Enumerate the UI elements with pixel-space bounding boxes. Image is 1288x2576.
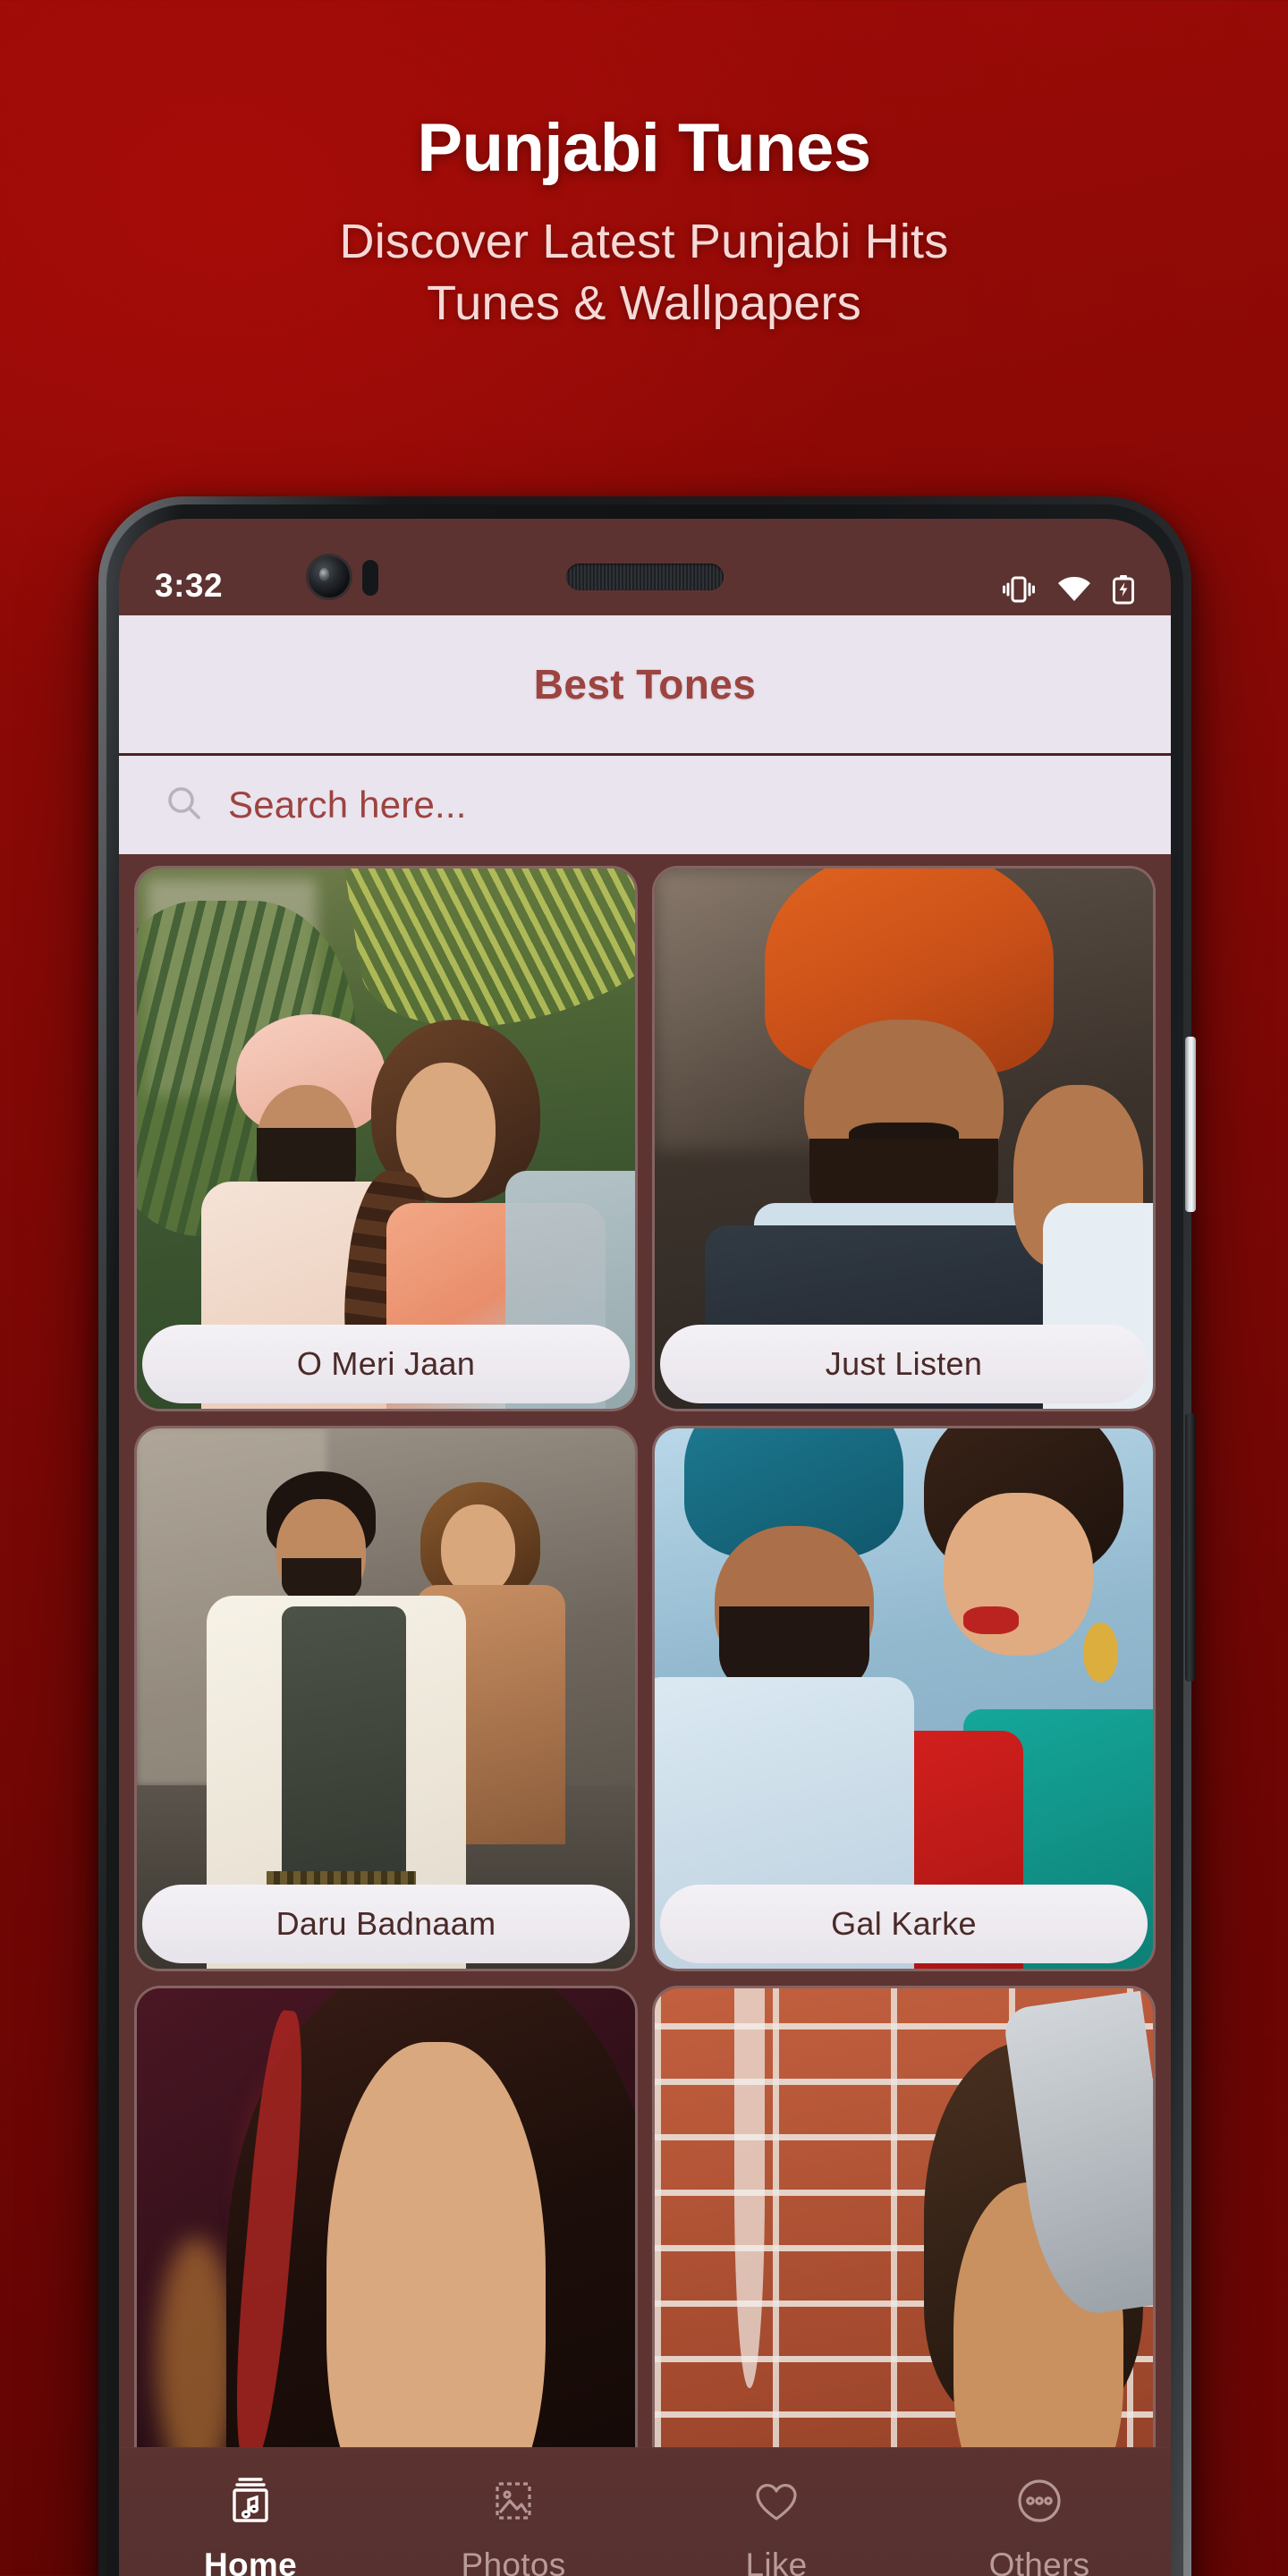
promo-title: Punjabi Tunes	[417, 110, 871, 186]
search-input[interactable]: Search here...	[228, 784, 467, 826]
tone-card[interactable]: O Meri Jaan	[137, 869, 635, 1409]
nav-label-photos: Photos	[461, 2546, 566, 2576]
app-root: 3:32 Best Tones Search here... O Meri Ja…	[119, 519, 1171, 2576]
heart-icon	[750, 2475, 802, 2527]
nav-item-home[interactable]: Home	[119, 2475, 382, 2576]
tone-artwork	[137, 1988, 635, 2447]
search-icon	[164, 783, 205, 828]
app-bar: Best Tones	[119, 615, 1171, 756]
phone-mockup: 3:32 Best Tones Search here... O Meri Ja…	[98, 496, 1196, 2576]
nav-label-like: Like	[745, 2546, 808, 2576]
phone-bezel: 3:32 Best Tones Search here... O Meri Ja…	[106, 504, 1183, 2576]
tone-card[interactable]: Daru Badnaam	[137, 1428, 635, 1969]
promo-header: Punjabi Tunes Discover Latest Punjabi Hi…	[0, 0, 1288, 335]
promo-subtitle-line-1: Discover Latest Punjabi Hits	[339, 215, 949, 268]
earpiece-speaker-icon	[566, 564, 724, 590]
more-circle-icon	[1013, 2475, 1065, 2527]
tone-title: Gal Karke	[660, 1885, 1148, 1963]
music-card-icon	[225, 2475, 275, 2527]
page-title: Best Tones	[533, 661, 757, 708]
tone-card[interactable]	[655, 1988, 1153, 2447]
tone-grid: O Meri Jaan Just Listen Daru Badnaam Gal…	[119, 854, 1171, 2447]
tone-artwork	[655, 1988, 1153, 2447]
tone-title: O Meri Jaan	[142, 1325, 630, 1403]
tone-title: Just Listen	[660, 1325, 1148, 1403]
promo-subtitle-line-2: Tunes & Wallpapers	[427, 276, 861, 331]
tone-card[interactable]: Just Listen	[655, 869, 1153, 1409]
power-button[interactable]	[1185, 1037, 1196, 1212]
nav-label-others: Others	[988, 2546, 1090, 2576]
proximity-sensor-icon	[362, 560, 378, 596]
tone-card[interactable]	[137, 1988, 635, 2447]
nav-item-photos[interactable]: Photos	[382, 2475, 645, 2576]
device-bezel-top	[119, 519, 1171, 615]
volume-button[interactable]	[1185, 1413, 1195, 1682]
bottom-navigation: Home Photos Like Others	[119, 2447, 1171, 2576]
nav-item-others[interactable]: Others	[908, 2475, 1171, 2576]
tone-title: Daru Badnaam	[142, 1885, 630, 1963]
search-bar[interactable]: Search here...	[119, 756, 1171, 854]
promo-subtitle: Discover Latest Punjabi Hits Tunes & Wal…	[0, 211, 1288, 335]
phone-screen: 3:32 Best Tones Search here... O Meri Ja…	[119, 519, 1171, 2576]
tone-card[interactable]: Gal Karke	[655, 1428, 1153, 1969]
nav-item-like[interactable]: Like	[645, 2475, 908, 2576]
front-camera-icon	[309, 556, 350, 597]
image-icon	[488, 2475, 538, 2527]
nav-label-home: Home	[204, 2546, 297, 2576]
